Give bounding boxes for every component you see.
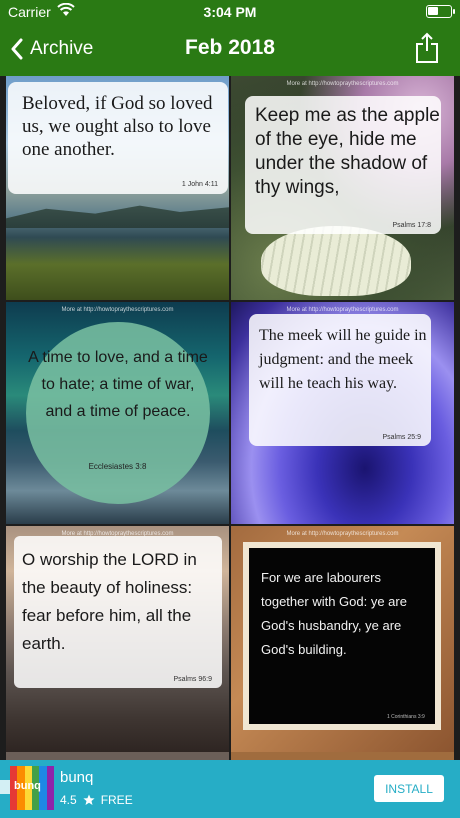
verse-tile[interactable]: More at http://howtopraythescriptures.co… (6, 302, 229, 524)
source-url: More at http://howtopraythescriptures.co… (286, 81, 399, 87)
verse-tile[interactable]: Beloved, if God so loved us, we ought al… (6, 76, 229, 300)
verse-quote: Keep me as the apple of the eye, hide me… (255, 105, 440, 198)
verse-tile[interactable]: More at http://howtopraythescriptures.co… (231, 526, 454, 752)
source-url: More at http://howtopraythescriptures.co… (61, 307, 174, 313)
verse-reference: 1 Corinthians 3:9 (387, 714, 425, 720)
verse-reference: Psalms 25:9 (382, 434, 421, 441)
logo-text: bunq (14, 780, 41, 792)
page-title: Feb 2018 (185, 36, 275, 59)
navigation-bar: Archive Feb 2018 (0, 24, 460, 76)
verse-reference: Ecclesiastes 3:8 (88, 462, 147, 471)
ad-banner[interactable]: bunq bunq 4.5 FREE INSTALL (0, 760, 460, 818)
image-grid: Beloved, if God so loved us, we ought al… (0, 76, 460, 760)
verse-tile[interactable]: More at http://howtopraythescriptures.co… (231, 302, 454, 524)
ad-app-name: bunq (60, 769, 94, 786)
source-url: More at http://howtopraythescriptures.co… (286, 307, 399, 313)
ad-meta: 4.5 FREE (60, 793, 133, 807)
status-bar: Carrier 3:04 PM (0, 0, 460, 24)
app-logo: bunq (10, 766, 54, 810)
verse-card: Keep me as the apple of the eye, hide me… (245, 96, 441, 234)
verse-tile[interactable]: More at http://howtopraythescriptures.co… (6, 526, 229, 752)
verse-reference: Psalms 17:8 (392, 222, 431, 229)
verse-card: The meek will he guide in judgment: and … (249, 314, 431, 446)
ad-rating: 4.5 (60, 793, 77, 807)
verse-card: Beloved, if God so loved us, we ought al… (8, 82, 228, 194)
next-row-peek (6, 752, 229, 760)
verse-reference: Psalms 96:9 (173, 676, 212, 683)
top-bar: Carrier 3:04 PM Archive Feb 2018 (0, 0, 460, 76)
next-row-peek (231, 752, 454, 760)
verse-quote: The meek will he guide in judgment: and … (259, 327, 427, 392)
verse-quote: Beloved, if God so loved us, we ought al… (22, 93, 213, 160)
share-icon[interactable] (414, 32, 440, 64)
clock: 3:04 PM (203, 4, 257, 20)
battery-icon (426, 5, 455, 18)
star-icon (83, 794, 95, 805)
verse-card: O worship the LORD in the beauty of holi… (14, 536, 222, 688)
verse-quote: For we are labourers together with God: … (261, 570, 407, 657)
verse-quote: O worship the LORD in the beauty of holi… (22, 550, 197, 653)
verse-quote: A time to love, and a time to hate; a ti… (28, 349, 208, 420)
ad-price: FREE (100, 793, 133, 807)
source-url: More at http://howtopraythescriptures.co… (286, 531, 399, 537)
verse-reference: 1 John 4:11 (181, 181, 218, 188)
verse-tile[interactable]: More at http://howtopraythescriptures.co… (231, 76, 454, 300)
install-button[interactable]: INSTALL (374, 775, 444, 802)
